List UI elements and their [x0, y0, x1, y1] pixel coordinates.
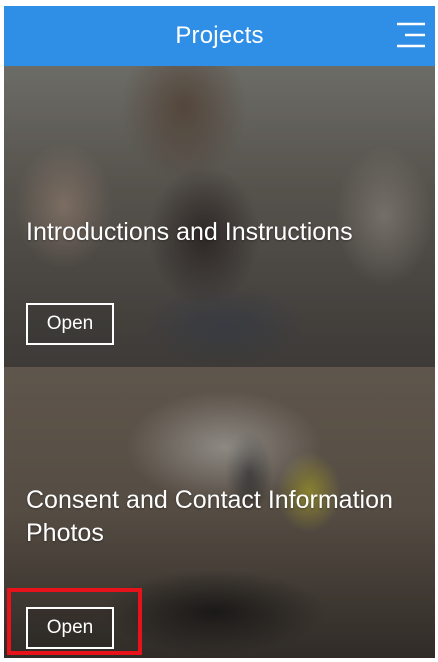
project-card: Introductions and Instructions Open [4, 66, 435, 367]
hamburger-menu-icon [397, 22, 425, 48]
app-screen: Projects Introductions and Instructions … [4, 6, 435, 658]
open-button[interactable]: Open [26, 607, 114, 649]
project-title: Introductions and Instructions [26, 218, 353, 246]
project-title: Consent and Contact Information Photos [26, 486, 393, 547]
page-title: Projects [175, 22, 264, 49]
open-button[interactable]: Open [26, 303, 114, 345]
menu-button[interactable] [391, 16, 431, 56]
project-card: Consent and Contact Information Photos O… [4, 367, 435, 658]
app-header: Projects [4, 6, 435, 66]
